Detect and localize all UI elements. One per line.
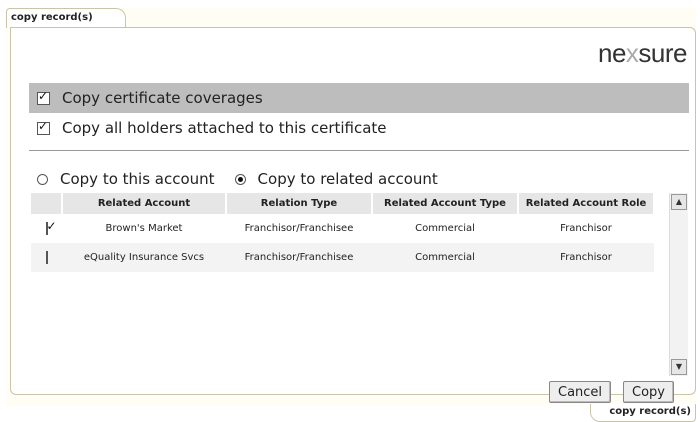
table-cell: Commercial [372, 243, 518, 272]
row-checkbox[interactable] [45, 222, 48, 235]
table-scrollbar[interactable]: ▲ ▼ [669, 193, 688, 376]
copy-coverages-label: Copy certificate coverages [62, 89, 263, 107]
copy-records-panel: nexsure Copy certificate coverages Copy … [10, 27, 696, 403]
scroll-up-icon[interactable]: ▲ [671, 194, 687, 210]
table-row[interactable]: eQuality Insurance Svcs Franchisor/Franc… [31, 243, 654, 272]
footer-tab: copy record(s) [590, 404, 696, 422]
table-cell: Franchisor/Franchisee [244, 223, 354, 234]
table-cell: Franchisor [560, 223, 612, 234]
copy-coverages-checkbox[interactable] [37, 89, 50, 105]
related-accounts-table: Related Account Relation Type Related Ac… [31, 193, 655, 272]
copy-holders-checkbox[interactable] [37, 119, 50, 135]
nexsure-logo: nexsure [598, 38, 687, 68]
column-header-select [31, 193, 63, 214]
column-header: Relation Type [226, 193, 373, 214]
radio-related-account[interactable] [234, 173, 246, 185]
copy-target-radio-group: Copy to this account Copy to related acc… [29, 166, 450, 192]
table-cell: Franchisor/Franchisee [226, 243, 372, 272]
table-row[interactable]: Brown's Market Franchisor/Franchisee Com… [31, 214, 654, 243]
divider [29, 150, 689, 151]
column-header: Related Account Role [518, 193, 655, 214]
header-tab: copy record(s) [6, 8, 126, 28]
related-accounts-grid: Related Account Relation Type Related Ac… [31, 193, 689, 376]
radio-related-account-label: Copy to related account [257, 170, 438, 188]
option-copy-coverages[interactable]: Copy certificate coverages [29, 83, 689, 113]
cancel-button[interactable]: Cancel [549, 381, 612, 403]
column-header: Related Account Type [372, 193, 519, 214]
table-cell: Commercial [415, 223, 475, 234]
column-header: Related Account [62, 193, 227, 214]
copy-button[interactable]: Copy [623, 381, 674, 403]
table-cell: Brown's Market [105, 223, 183, 234]
copy-holders-label: Copy all holders attached to this certif… [62, 119, 387, 137]
table-cell: Franchisor [518, 243, 654, 272]
table-header-row: Related Account Relation Type Related Ac… [31, 193, 655, 214]
scroll-down-icon[interactable]: ▼ [671, 359, 687, 375]
table-cell: eQuality Insurance Svcs [62, 243, 226, 272]
radio-this-account[interactable] [37, 173, 48, 185]
option-copy-holders[interactable]: Copy all holders attached to this certif… [29, 113, 689, 143]
radio-this-account-label: Copy to this account [60, 170, 215, 188]
row-checkbox[interactable] [45, 251, 48, 264]
